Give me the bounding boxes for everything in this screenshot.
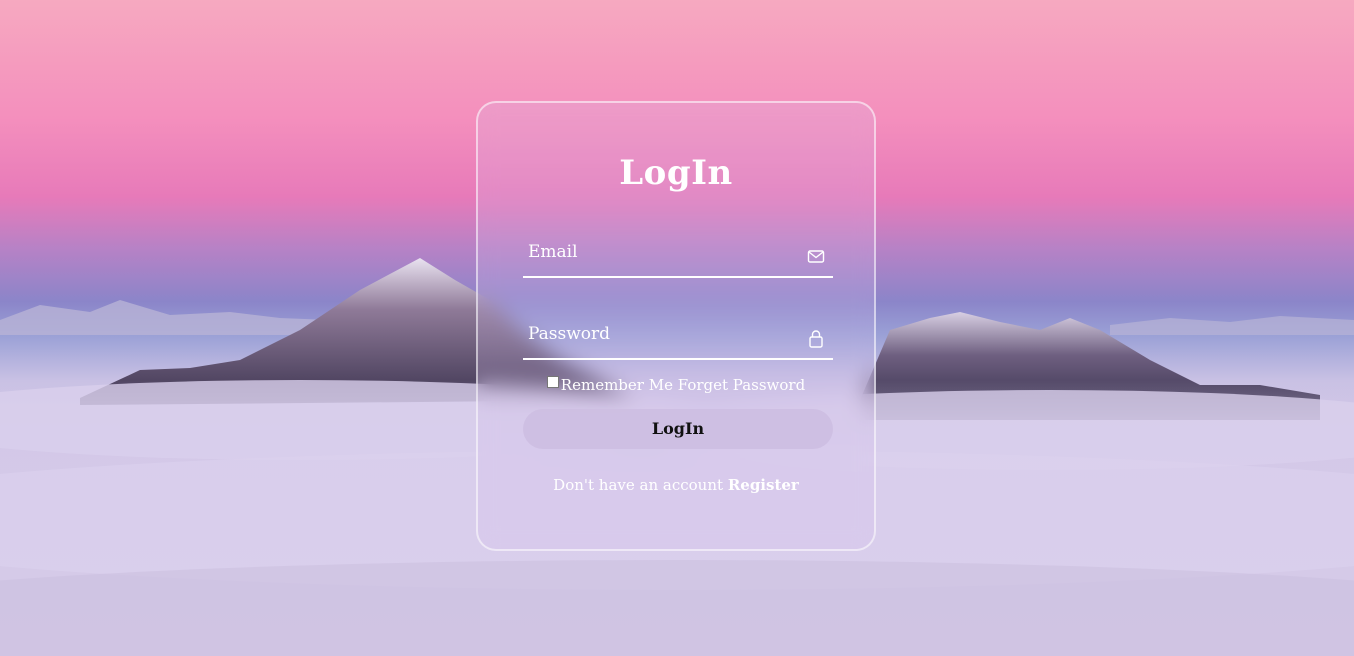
- login-title: LogIn: [619, 153, 733, 193]
- email-placeholder: Email: [528, 242, 578, 262]
- remember-label[interactable]: Remember Me: [561, 376, 673, 394]
- email-field[interactable]: Email: [523, 236, 833, 278]
- no-account-text: Don't have an account: [553, 476, 724, 494]
- remember-row: Remember Me Forget Password: [478, 376, 874, 394]
- background-scene: LogIn Email Password Remember Me Forget: [0, 0, 1354, 656]
- password-field[interactable]: Password: [523, 318, 833, 360]
- lock-icon: [807, 328, 825, 348]
- password-placeholder: Password: [528, 324, 611, 344]
- envelope-icon: [807, 246, 825, 266]
- forget-password-link[interactable]: Forget Password: [678, 376, 805, 394]
- register-link[interactable]: Register: [728, 476, 799, 494]
- login-card: LogIn Email Password Remember Me Forget: [476, 101, 876, 551]
- login-button[interactable]: LogIn: [523, 409, 833, 449]
- register-row: Don't have an account Register: [478, 476, 874, 494]
- remember-checkbox[interactable]: [546, 376, 559, 388]
